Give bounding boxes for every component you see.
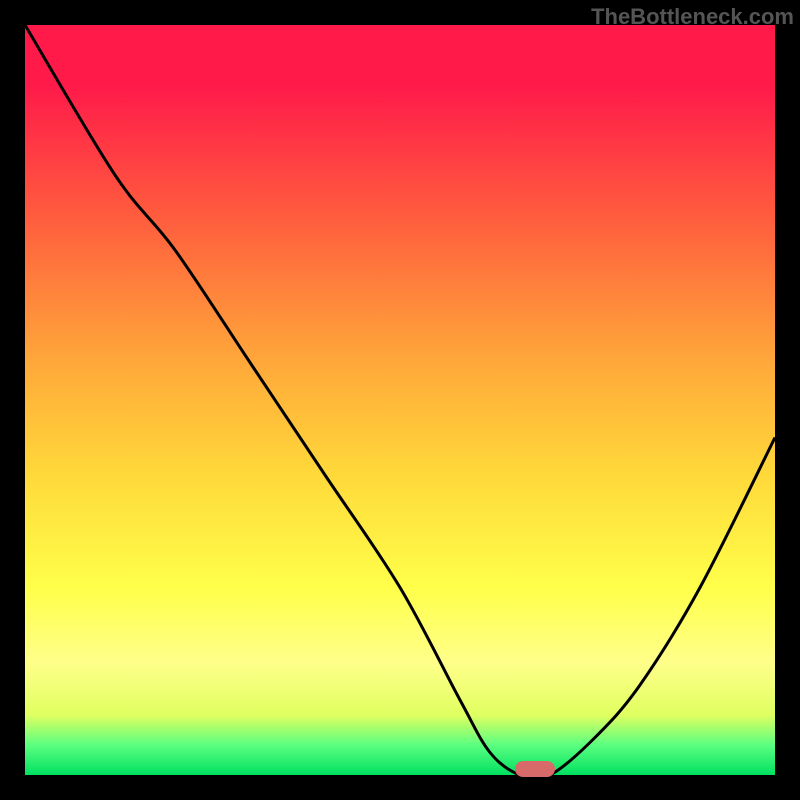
watermark-text: TheBottleneck.com <box>591 4 794 30</box>
bottleneck-curve <box>25 25 775 775</box>
optimal-marker <box>515 761 555 777</box>
chart-plot-area <box>25 25 775 775</box>
